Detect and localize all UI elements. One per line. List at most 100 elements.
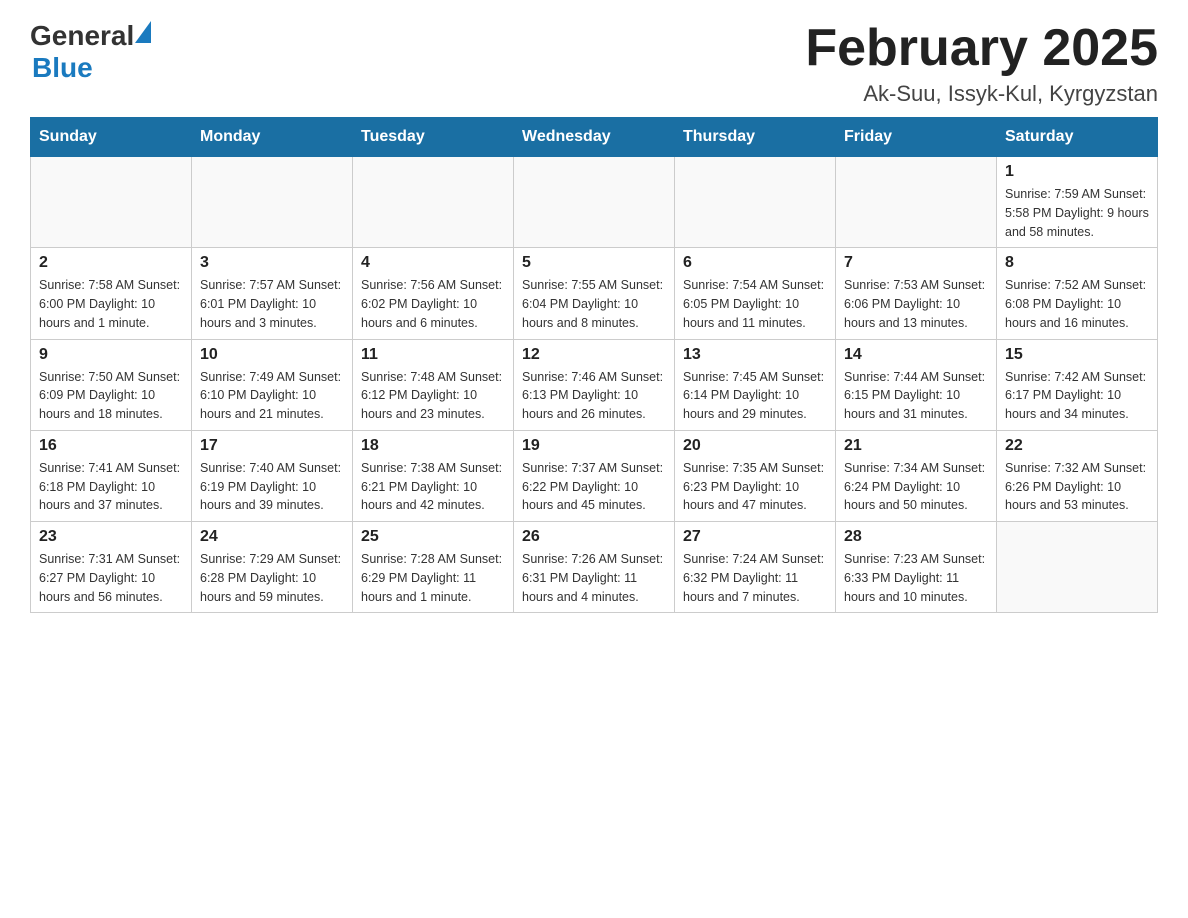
calendar-day-cell: 20Sunrise: 7:35 AM Sunset: 6:23 PM Dayli… <box>675 430 836 521</box>
day-number: 15 <box>1005 346 1149 364</box>
weekday-header-tuesday: Tuesday <box>353 118 514 157</box>
day-number: 7 <box>844 254 988 272</box>
calendar-day-cell: 8 Sunrise: 7:52 AM Sunset: 6:08 PM Daylig… <box>997 248 1158 339</box>
day-info: Sunrise: 7:50 AM Sunset: 6:09 PM Dayligh… <box>39 368 183 424</box>
title-block: February 2025 Ak-Suu, Issyk-Kul, Kyrgyzs… <box>805 20 1158 107</box>
calendar-day-cell: 12 Sunrise: 7:46 AM Sunset: 6:13 PM Dayli… <box>514 339 675 430</box>
day-number: 22 <box>1005 437 1149 455</box>
day-number: 10 <box>200 346 344 364</box>
calendar-day-cell: 3 Sunrise: 7:57 AM Sunset: 6:01 PM Daylig… <box>192 248 353 339</box>
calendar-day-cell: 21Sunrise: 7:34 AM Sunset: 6:24 PM Dayli… <box>836 430 997 521</box>
day-info: Sunrise: 7:46 AM Sunset: 6:13 PM Dayligh… <box>522 368 666 424</box>
logo: General Blue <box>30 20 151 84</box>
calendar-day-cell: 2Sunrise: 7:58 AM Sunset: 6:00 PM Daylig… <box>31 248 192 339</box>
calendar-day-cell: 14 Sunrise: 7:44 AM Sunset: 6:15 PM Dayli… <box>836 339 997 430</box>
day-info: Sunrise: 7:29 AM Sunset: 6:28 PM Dayligh… <box>200 550 344 606</box>
day-info: Sunrise: 7:49 AM Sunset: 6:10 PM Dayligh… <box>200 368 344 424</box>
calendar-day-cell: 28 Sunrise: 7:23 AM Sunset: 6:33 PM Dayli… <box>836 522 997 613</box>
day-info: Sunrise: 7:32 AM Sunset: 6:26 PM Dayligh… <box>1005 459 1149 515</box>
day-info: Sunrise: 7:53 AM Sunset: 6:06 PM Dayligh… <box>844 276 988 332</box>
logo-general-text: General <box>30 20 134 52</box>
calendar-table: SundayMondayTuesdayWednesdayThursdayFrid… <box>30 117 1158 613</box>
weekday-header-thursday: Thursday <box>675 118 836 157</box>
day-number: 20 <box>683 437 827 455</box>
calendar-day-cell: 10 Sunrise: 7:49 AM Sunset: 6:10 PM Dayli… <box>192 339 353 430</box>
calendar-header-row: SundayMondayTuesdayWednesdayThursdayFrid… <box>31 118 1158 157</box>
day-info: Sunrise: 7:48 AM Sunset: 6:12 PM Dayligh… <box>361 368 505 424</box>
weekday-header-wednesday: Wednesday <box>514 118 675 157</box>
calendar-day-cell: 15 Sunrise: 7:42 AM Sunset: 6:17 PM Dayli… <box>997 339 1158 430</box>
day-number: 14 <box>844 346 988 364</box>
day-number: 28 <box>844 528 988 546</box>
day-number: 1 <box>1005 163 1149 181</box>
day-info: Sunrise: 7:40 AM Sunset: 6:19 PM Dayligh… <box>200 459 344 515</box>
calendar-day-cell: 13 Sunrise: 7:45 AM Sunset: 6:14 PM Dayli… <box>675 339 836 430</box>
day-info: Sunrise: 7:28 AM Sunset: 6:29 PM Dayligh… <box>361 550 505 606</box>
day-info: Sunrise: 7:57 AM Sunset: 6:01 PM Dayligh… <box>200 276 344 332</box>
month-title: February 2025 <box>805 20 1158 77</box>
calendar-day-cell: 23 Sunrise: 7:31 AM Sunset: 6:27 PM Dayli… <box>31 522 192 613</box>
calendar-week-row: 2Sunrise: 7:58 AM Sunset: 6:00 PM Daylig… <box>31 248 1158 339</box>
day-number: 23 <box>39 528 183 546</box>
calendar-day-cell: 16 Sunrise: 7:41 AM Sunset: 6:18 PM Dayli… <box>31 430 192 521</box>
day-number: 3 <box>200 254 344 272</box>
day-number: 27 <box>683 528 827 546</box>
day-info: Sunrise: 7:54 AM Sunset: 6:05 PM Dayligh… <box>683 276 827 332</box>
day-info: Sunrise: 7:58 AM Sunset: 6:00 PM Dayligh… <box>39 276 183 332</box>
logo-triangle-icon <box>135 21 151 43</box>
calendar-week-row: 1 Sunrise: 7:59 AM Sunset: 5:58 PM Daylig… <box>31 157 1158 248</box>
weekday-header-friday: Friday <box>836 118 997 157</box>
day-info: Sunrise: 7:52 AM Sunset: 6:08 PM Dayligh… <box>1005 276 1149 332</box>
calendar-day-cell: 25 Sunrise: 7:28 AM Sunset: 6:29 PM Dayli… <box>353 522 514 613</box>
calendar-week-row: 23 Sunrise: 7:31 AM Sunset: 6:27 PM Dayli… <box>31 522 1158 613</box>
location-title: Ak-Suu, Issyk-Kul, Kyrgyzstan <box>805 81 1158 107</box>
day-info: Sunrise: 7:45 AM Sunset: 6:14 PM Dayligh… <box>683 368 827 424</box>
day-info: Sunrise: 7:55 AM Sunset: 6:04 PM Dayligh… <box>522 276 666 332</box>
weekday-header-sunday: Sunday <box>31 118 192 157</box>
day-number: 11 <box>361 346 505 364</box>
day-info: Sunrise: 7:23 AM Sunset: 6:33 PM Dayligh… <box>844 550 988 606</box>
day-number: 16 <box>39 437 183 455</box>
calendar-day-cell: 18 Sunrise: 7:38 AM Sunset: 6:21 PM Dayli… <box>353 430 514 521</box>
logo-blue-text: Blue <box>32 52 151 84</box>
day-info: Sunrise: 7:26 AM Sunset: 6:31 PM Dayligh… <box>522 550 666 606</box>
calendar-day-cell <box>31 157 192 248</box>
day-number: 17 <box>200 437 344 455</box>
day-info: Sunrise: 7:42 AM Sunset: 6:17 PM Dayligh… <box>1005 368 1149 424</box>
day-number: 21 <box>844 437 988 455</box>
calendar-day-cell <box>997 522 1158 613</box>
day-number: 25 <box>361 528 505 546</box>
calendar-day-cell: 11 Sunrise: 7:48 AM Sunset: 6:12 PM Dayli… <box>353 339 514 430</box>
day-info: Sunrise: 7:41 AM Sunset: 6:18 PM Dayligh… <box>39 459 183 515</box>
day-number: 6 <box>683 254 827 272</box>
day-number: 13 <box>683 346 827 364</box>
calendar-day-cell: 17 Sunrise: 7:40 AM Sunset: 6:19 PM Dayli… <box>192 430 353 521</box>
day-number: 24 <box>200 528 344 546</box>
calendar-day-cell: 22 Sunrise: 7:32 AM Sunset: 6:26 PM Dayli… <box>997 430 1158 521</box>
day-number: 4 <box>361 254 505 272</box>
calendar-day-cell: 27Sunrise: 7:24 AM Sunset: 6:32 PM Dayli… <box>675 522 836 613</box>
day-info: Sunrise: 7:56 AM Sunset: 6:02 PM Dayligh… <box>361 276 505 332</box>
day-number: 9 <box>39 346 183 364</box>
calendar-day-cell: 26Sunrise: 7:26 AM Sunset: 6:31 PM Dayli… <box>514 522 675 613</box>
day-number: 19 <box>522 437 666 455</box>
day-info: Sunrise: 7:31 AM Sunset: 6:27 PM Dayligh… <box>39 550 183 606</box>
weekday-header-saturday: Saturday <box>997 118 1158 157</box>
day-info: Sunrise: 7:38 AM Sunset: 6:21 PM Dayligh… <box>361 459 505 515</box>
calendar-day-cell: 6 Sunrise: 7:54 AM Sunset: 6:05 PM Daylig… <box>675 248 836 339</box>
day-info: Sunrise: 7:44 AM Sunset: 6:15 PM Dayligh… <box>844 368 988 424</box>
calendar-day-cell: 7 Sunrise: 7:53 AM Sunset: 6:06 PM Daylig… <box>836 248 997 339</box>
weekday-header-monday: Monday <box>192 118 353 157</box>
calendar-day-cell <box>192 157 353 248</box>
day-number: 18 <box>361 437 505 455</box>
day-info: Sunrise: 7:59 AM Sunset: 5:58 PM Dayligh… <box>1005 185 1149 241</box>
calendar-day-cell: 9 Sunrise: 7:50 AM Sunset: 6:09 PM Daylig… <box>31 339 192 430</box>
day-number: 12 <box>522 346 666 364</box>
calendar-day-cell: 4 Sunrise: 7:56 AM Sunset: 6:02 PM Daylig… <box>353 248 514 339</box>
calendar-week-row: 16 Sunrise: 7:41 AM Sunset: 6:18 PM Dayli… <box>31 430 1158 521</box>
day-number: 8 <box>1005 254 1149 272</box>
day-number: 5 <box>522 254 666 272</box>
calendar-day-cell: 1 Sunrise: 7:59 AM Sunset: 5:58 PM Daylig… <box>997 157 1158 248</box>
calendar-day-cell <box>353 157 514 248</box>
calendar-day-cell: 5 Sunrise: 7:55 AM Sunset: 6:04 PM Daylig… <box>514 248 675 339</box>
